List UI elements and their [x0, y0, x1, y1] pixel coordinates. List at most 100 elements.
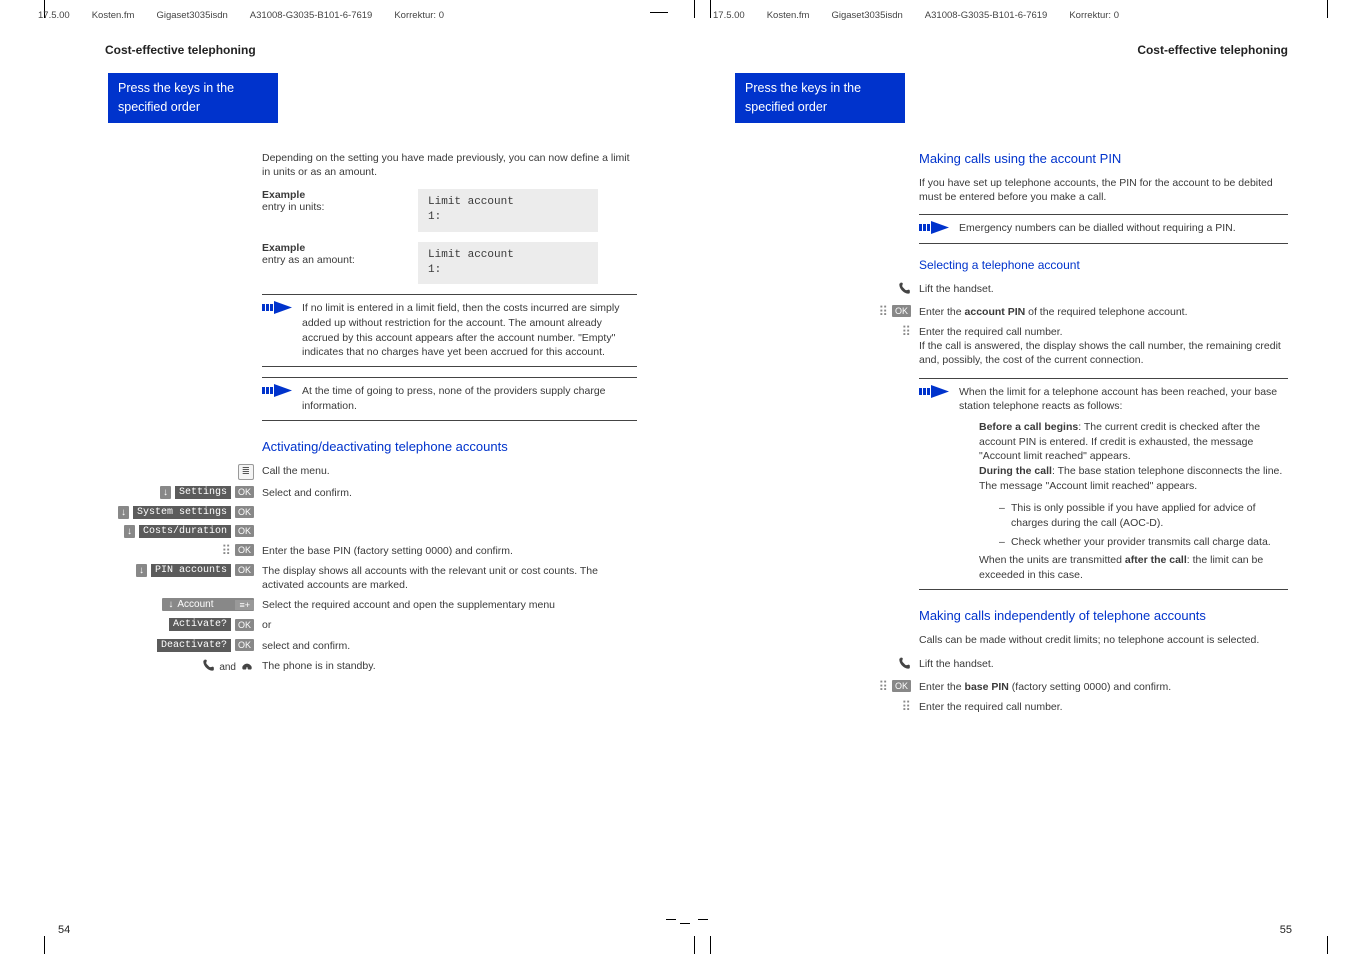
instruction-banner-right: Press the keys in the specified order: [735, 73, 905, 123]
runhead-korrektur: Korrektur: 0: [394, 10, 444, 21]
step-lift2: Lift the handset.: [919, 657, 1288, 671]
note-limit-lead: When the limit for a telephone account h…: [959, 386, 1277, 413]
page-number-right: 55: [1280, 924, 1292, 936]
ok-button: OK: [892, 680, 911, 692]
note1-text: If no limit is entered in a limit field,…: [302, 301, 637, 360]
keypad-icon: ⠿: [878, 680, 888, 693]
note-no-limit: If no limit is entered in a limit field,…: [262, 294, 637, 367]
ok-button: OK: [235, 544, 254, 556]
handset-down-icon: [240, 659, 254, 676]
step-select-confirm2: select and confirm.: [262, 639, 637, 653]
note-limit-reached: When the limit for a telephone account h…: [919, 378, 1288, 590]
runhead-product: Gigaset3035isdn: [831, 10, 902, 21]
step-enter-account-pin: Enter the account PIN of the required te…: [919, 305, 1288, 319]
disp1-line2: 1:: [428, 210, 588, 225]
disp2-line2: 1:: [428, 263, 588, 278]
heading-account-pin: Making calls using the account PIN: [919, 151, 1288, 166]
menu-key-icon: ≣: [238, 464, 254, 480]
arrow-icon: [919, 385, 951, 583]
down-arrow-icon: ↓: [118, 506, 129, 519]
ok-button: OK: [235, 564, 254, 576]
runhead-date: 17.5.00: [713, 10, 745, 21]
runhead-korrektur: Korrektur: 0: [1069, 10, 1119, 21]
example-amount: Example entry as an amount: Limit accoun…: [262, 242, 637, 285]
example2-sub: entry as an amount:: [262, 254, 355, 266]
section-title-right: Cost-effective telephoning: [675, 43, 1350, 73]
down-arrow-icon: ↓: [160, 486, 171, 499]
runhead-file: Kosten.fm: [92, 10, 135, 21]
display-box-1: Limit account 1:: [418, 189, 598, 232]
example1-label: Example: [262, 189, 392, 201]
ok-button: OK: [235, 639, 254, 651]
example1-sub: entry in units:: [262, 201, 324, 213]
note-li2: Check whether your provider transmits ca…: [999, 535, 1288, 550]
step-enter-call: Enter the required call number. If the c…: [919, 325, 1288, 368]
menu-activate: Activate?: [169, 618, 231, 631]
display-box-2: Limit account 1:: [418, 242, 598, 285]
keypad-icon: ⠿: [221, 544, 231, 557]
page-number-left: 54: [58, 924, 70, 936]
steps-left: ≣ Call the menu. ↓ Settings OK Select an…: [0, 464, 675, 676]
step-select-confirm: Select and confirm.: [262, 486, 637, 500]
step-select-account: Select the required account and open the…: [262, 598, 637, 612]
running-head-left: 17.5.00 Kosten.fm Gigaset3035isdn A31008…: [0, 10, 675, 21]
down-arrow-icon: ↓: [136, 564, 147, 577]
disp2-line1: Limit account: [428, 248, 588, 263]
menu-costs-duration: Costs/duration: [139, 525, 231, 538]
handset-lift-icon: [897, 657, 911, 674]
heading-activate: Activating/deactivating telephone accoun…: [262, 439, 637, 454]
and-text: and: [219, 662, 236, 673]
step-display-accounts: The display shows all accounts with the …: [262, 564, 637, 592]
arrow-icon: [919, 221, 951, 237]
step-enter-pin: Enter the base PIN (factory setting 0000…: [262, 544, 637, 558]
account-selector: ↓ Account ≡+: [162, 598, 254, 611]
section-title-left: Cost-effective telephoning: [0, 43, 675, 73]
instruction-banner-left: Press the keys in the specified order: [108, 73, 278, 123]
runhead-docnum: A31008-G3035-B101-6-7619: [925, 10, 1048, 21]
ok-button: OK: [235, 506, 254, 518]
note-emergency: Emergency numbers can be dialled without…: [919, 214, 1288, 244]
step-lift: Lift the handset.: [919, 282, 1288, 296]
menu-system-settings: System settings: [133, 506, 231, 519]
down-arrow-icon: ↓: [124, 525, 135, 538]
runhead-file: Kosten.fm: [767, 10, 810, 21]
content-left: Depending on the setting you have made p…: [0, 151, 675, 454]
step-base-pin: Enter the base PIN (factory setting 0000…: [919, 680, 1288, 694]
menu-settings: Settings: [175, 486, 231, 499]
keypad-icon: ⠿: [901, 325, 911, 338]
p3-text: Calls can be made without credit limits;…: [919, 633, 1288, 647]
note2-text: At the time of going to press, none of t…: [302, 384, 637, 413]
step-enter-req: Enter the required call number.: [919, 700, 1288, 714]
content-right: Making calls using the account PIN If yo…: [675, 151, 1350, 715]
disp1-line1: Limit account: [428, 195, 588, 210]
heading-independent: Making calls independently of telephone …: [919, 608, 1288, 623]
ok-button: OK: [235, 525, 254, 537]
runhead-product: Gigaset3035isdn: [156, 10, 227, 21]
note-emergency-text: Emergency numbers can be dialled without…: [959, 221, 1288, 237]
step-or: or: [262, 618, 637, 632]
running-head-right: 17.5.00 Kosten.fm Gigaset3035isdn A31008…: [675, 10, 1350, 21]
arrow-icon: [262, 384, 294, 413]
arrow-icon: [262, 301, 294, 360]
ok-button: OK: [235, 619, 254, 631]
step-standby: The phone is in standby.: [262, 659, 637, 673]
runhead-docnum: A31008-G3035-B101-6-7619: [250, 10, 373, 21]
intro-text: Depending on the setting you have made p…: [262, 151, 637, 179]
account-label: Account: [177, 599, 235, 610]
example-units: Example entry in units: Limit account 1:: [262, 189, 637, 232]
handset-lift-icon: [201, 659, 215, 676]
ok-button: OK: [235, 486, 254, 498]
note-li1: This is only possible if you have applie…: [999, 501, 1288, 530]
note-providers: At the time of going to press, none of t…: [262, 377, 637, 420]
example2-label: Example: [262, 242, 392, 254]
heading-select-account: Selecting a telephone account: [919, 258, 1288, 272]
page-right: 17.5.00 Kosten.fm Gigaset3035isdn A31008…: [675, 0, 1350, 954]
runhead-date: 17.5.00: [38, 10, 70, 21]
page-left: 17.5.00 Kosten.fm Gigaset3035isdn A31008…: [0, 0, 675, 954]
page-spread: 17.5.00 Kosten.fm Gigaset3035isdn A31008…: [0, 0, 1350, 954]
keypad-icon: ⠿: [878, 305, 888, 318]
ok-button: OK: [892, 305, 911, 317]
menu-deactivate: Deactivate?: [157, 639, 231, 652]
keypad-icon: ⠿: [901, 700, 911, 713]
handset-lift-icon: [897, 282, 911, 299]
